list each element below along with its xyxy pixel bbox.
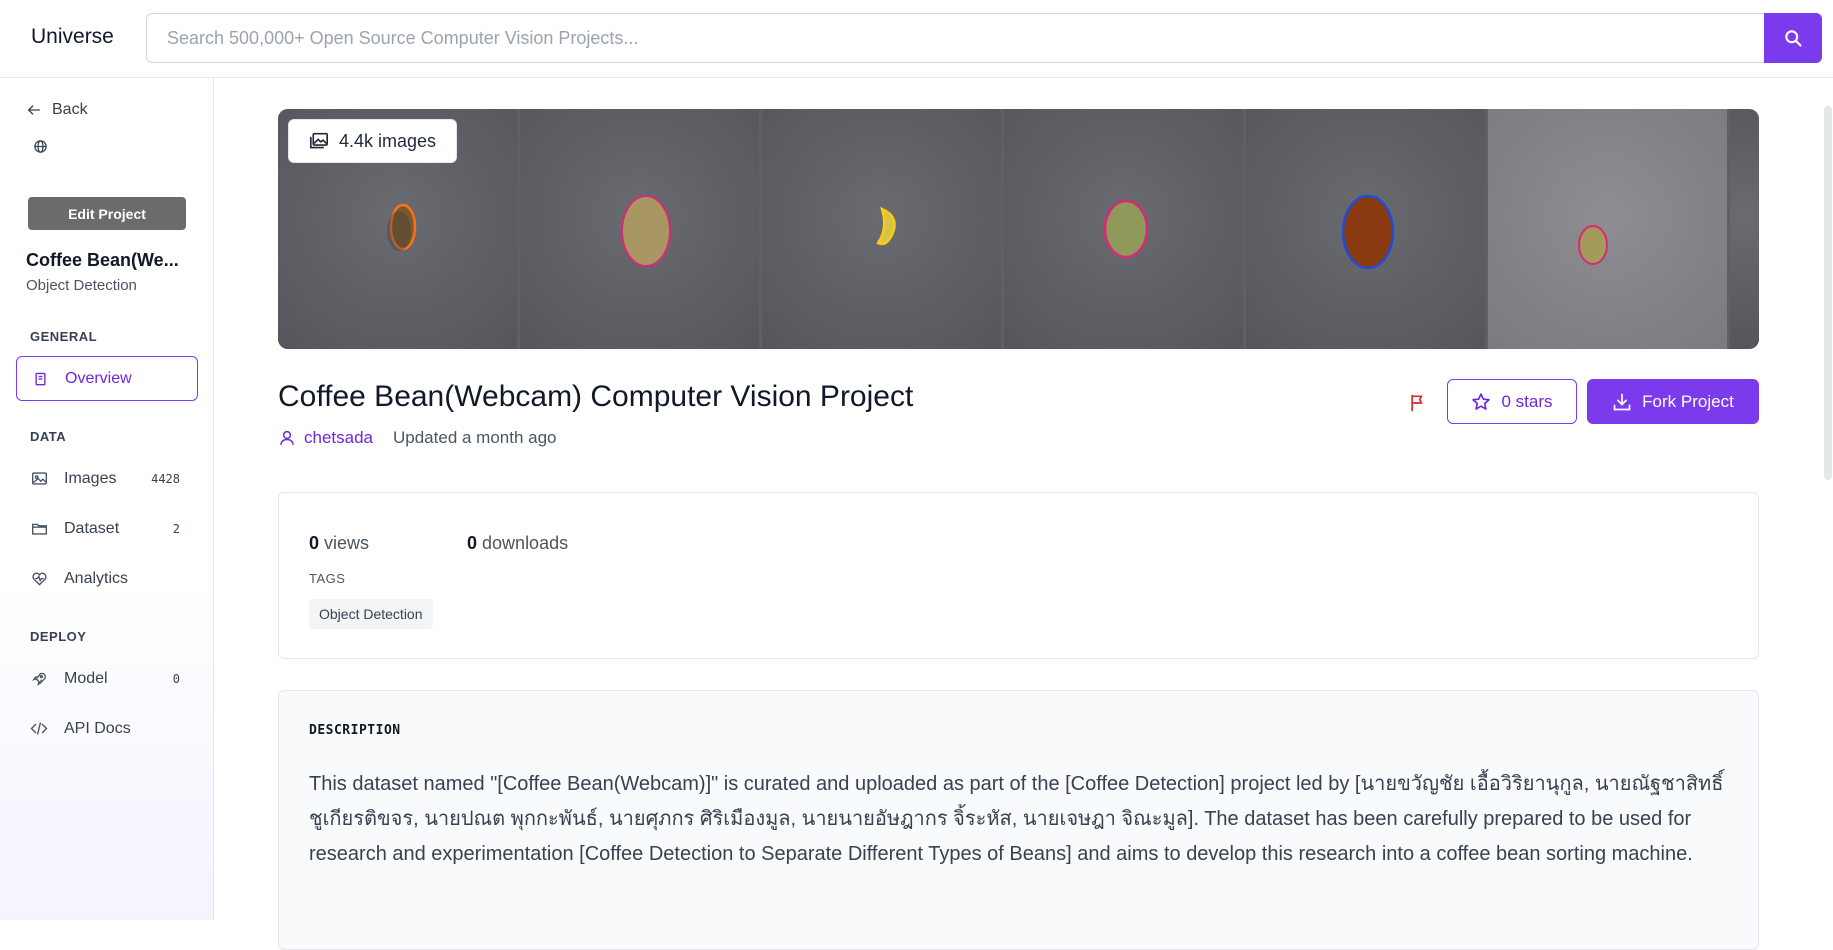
tags-label: TAGS — [309, 571, 346, 586]
downloads-count: 0 — [467, 533, 478, 553]
sidebar-item-analytics[interactable]: Analytics — [16, 556, 198, 601]
image-icon — [30, 470, 48, 488]
gallery-image[interactable] — [1730, 109, 1759, 349]
globe-icon[interactable] — [33, 139, 48, 159]
sidebar-item-label: Analytics — [64, 569, 129, 587]
main-content: 4.4k images Coffee Bean(Webcam) Computer… — [214, 78, 1819, 950]
views-label: views — [324, 533, 370, 553]
author-link[interactable]: chetsada — [304, 428, 373, 448]
sidebar-item-api-docs[interactable]: API Docs — [16, 706, 198, 751]
sidebar: Back Edit Project Coffee Bean(We... Obje… — [0, 78, 214, 920]
sidebar-item-label: Images — [64, 469, 117, 487]
sidebar-item-label: Dataset — [64, 519, 120, 537]
description-label: DESCRIPTION — [309, 723, 401, 738]
edit-project-button[interactable]: Edit Project — [28, 197, 186, 230]
description-text: This dataset named "[Coffee Bean(Webcam)… — [309, 773, 1724, 865]
sidebar-item-model[interactable]: Model 0 — [16, 656, 198, 701]
sidebar-item-images[interactable]: Images 4428 — [16, 456, 198, 501]
gallery-image[interactable] — [1246, 109, 1485, 349]
top-bar: Universe — [0, 0, 1833, 78]
images-count-badge: 4.4k images — [288, 119, 458, 163]
search-button[interactable] — [1764, 13, 1822, 63]
search-icon — [1785, 30, 1802, 47]
heart-pulse-icon — [30, 570, 48, 588]
downloads-label: downloads — [482, 533, 569, 553]
folder-icon — [30, 520, 48, 538]
stars-label: 0 stars — [1501, 391, 1553, 411]
views-stat: 0 views — [309, 533, 369, 554]
fork-project-button[interactable]: Fork Project — [1587, 379, 1759, 424]
images-icon — [310, 132, 328, 149]
tag-object-detection[interactable]: Object Detection — [309, 599, 433, 629]
user-icon — [280, 430, 294, 445]
project-name: Coffee Bean(We... — [26, 250, 179, 270]
report-flag-button[interactable] — [1404, 389, 1432, 417]
downloads-stat: 0 downloads — [467, 533, 568, 554]
gallery-image[interactable] — [1004, 109, 1243, 349]
brand-logo[interactable]: Universe — [31, 25, 114, 49]
gallery-image[interactable] — [1488, 109, 1727, 349]
project-type: Object Detection — [26, 277, 137, 294]
search-input[interactable] — [146, 13, 1765, 63]
flag-icon — [1411, 394, 1423, 412]
star-button[interactable]: 0 stars — [1447, 379, 1577, 424]
sidebar-item-label: Overview — [65, 369, 132, 387]
project-meta: chetsada Updated a month ago — [278, 428, 557, 448]
images-badge-label: 4.4k images — [339, 130, 437, 151]
gallery-image[interactable] — [520, 109, 759, 349]
book-icon — [31, 370, 49, 388]
scrollbar-thumb[interactable] — [1824, 106, 1832, 480]
back-link[interactable]: Back — [26, 101, 88, 119]
image-gallery[interactable]: 4.4k images — [278, 109, 1759, 349]
section-deploy: DEPLOY — [30, 629, 87, 644]
gallery-image[interactable] — [762, 109, 1001, 349]
code-icon — [30, 720, 48, 738]
download-icon — [1613, 393, 1631, 410]
model-count: 0 — [172, 671, 180, 686]
updated-text: Updated a month ago — [393, 428, 557, 447]
views-count: 0 — [309, 533, 320, 553]
sidebar-item-label: Model — [64, 669, 108, 687]
rocket-icon — [30, 670, 48, 688]
dataset-count: 2 — [172, 521, 180, 536]
sidebar-item-overview[interactable]: Overview — [16, 356, 198, 401]
sidebar-item-label: API Docs — [64, 719, 131, 737]
fork-label: Fork Project — [1642, 391, 1734, 411]
section-general: GENERAL — [30, 329, 98, 344]
images-count: 4428 — [151, 471, 180, 486]
arrow-left-icon — [27, 105, 40, 115]
back-label: Back — [52, 101, 88, 118]
description-card: DESCRIPTION This dataset named "[Coffee … — [278, 690, 1759, 950]
stats-card: 0 views 0 downloads TAGS Object Detectio… — [278, 492, 1759, 659]
page-title: Coffee Bean(Webcam) Computer Vision Proj… — [278, 380, 914, 413]
star-icon — [1472, 392, 1491, 410]
sidebar-item-dataset[interactable]: Dataset 2 — [16, 506, 198, 551]
section-data: DATA — [30, 429, 67, 444]
